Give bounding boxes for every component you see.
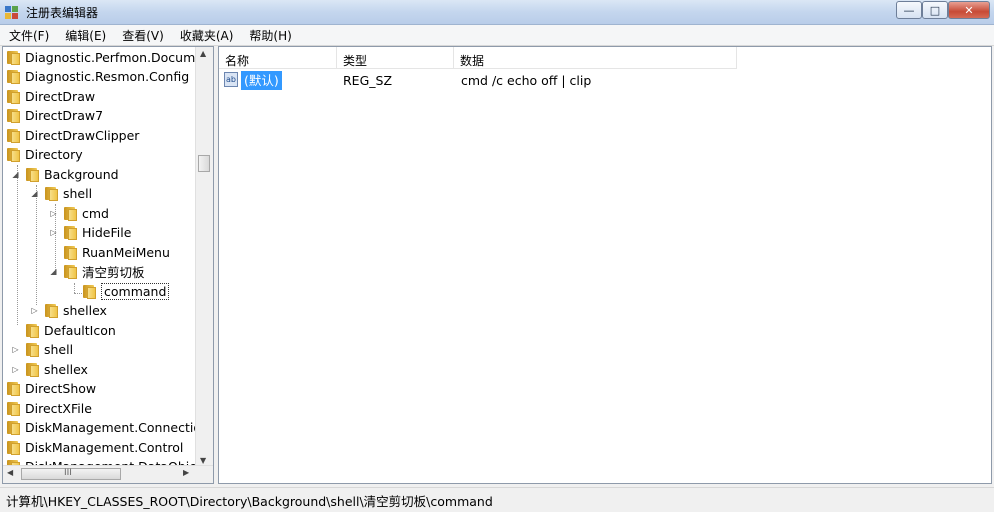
menu-edit[interactable]: 编辑(E) [56, 25, 113, 44]
collapse-arrow-icon[interactable]: ◢ [49, 267, 58, 276]
tree-vertical-scrollbar[interactable]: ▲ ▼ [195, 47, 213, 467]
tree-item[interactable]: Diagnostic.Resmon.Config [5, 67, 189, 86]
scroll-left-arrow-icon[interactable]: ◀ [7, 468, 13, 477]
folder-icon [62, 245, 78, 260]
folder-icon [5, 128, 21, 143]
column-header-type[interactable]: 类型 [337, 47, 454, 69]
tree-item[interactable]: DirectXFile [5, 399, 92, 418]
tree-item[interactable]: RuanMeiMenu [62, 243, 170, 262]
folder-icon [5, 381, 21, 396]
tree-item[interactable]: ▷ cmd [49, 204, 109, 223]
tree-item[interactable]: DirectShow [5, 379, 96, 398]
column-header-name[interactable]: 名称 [219, 47, 337, 69]
tree-item[interactable]: DirectDraw [5, 87, 95, 106]
string-value-icon: ab [224, 72, 238, 87]
tree-guide-line [36, 185, 37, 305]
folder-open-icon [24, 167, 40, 182]
scroll-thumb[interactable] [198, 155, 210, 172]
menu-help[interactable]: 帮助(H) [240, 25, 298, 44]
folder-icon [5, 440, 21, 455]
collapse-arrow-icon[interactable]: ◢ [11, 170, 20, 179]
folder-icon [5, 147, 21, 162]
menu-favorites[interactable]: 收藏夹(A) [171, 25, 241, 44]
scroll-down-arrow-icon[interactable]: ▼ [200, 456, 206, 465]
folder-icon [81, 284, 97, 299]
expand-arrow-icon[interactable]: ▷ [30, 306, 39, 315]
folder-icon [5, 69, 21, 84]
registry-path: 计算机\HKEY_CLASSES_ROOT\Directory\Backgrou… [6, 494, 493, 509]
value-data: cmd /c echo off | clip [461, 73, 592, 88]
scroll-thumb[interactable]: III [21, 468, 121, 480]
folder-icon [24, 342, 40, 357]
tree-item[interactable]: Directory [5, 145, 83, 164]
status-bar: 计算机\HKEY_CLASSES_ROOT\Directory\Backgrou… [0, 487, 994, 512]
value-row[interactable]: ab (默认) REG_SZ cmd /c echo off | clip [224, 71, 984, 90]
window-title: 注册表编辑器 [26, 6, 99, 20]
scroll-right-arrow-icon[interactable]: ▶ [183, 468, 189, 477]
tree-guide-line [74, 283, 75, 293]
tree-item[interactable]: DiskManagement.Connection [5, 418, 209, 437]
folder-icon [5, 108, 21, 123]
expand-arrow-icon[interactable]: ▷ [49, 209, 58, 218]
menu-bar: 文件(F) 编辑(E) 查看(V) 收藏夹(A) 帮助(H) [0, 25, 994, 46]
folder-open-icon [43, 186, 59, 201]
tree-item[interactable]: ▷ shell [11, 340, 73, 359]
folder-icon [5, 89, 21, 104]
folder-icon [24, 323, 40, 338]
folder-icon [24, 362, 40, 377]
folder-icon [43, 303, 59, 318]
collapse-arrow-icon[interactable]: ◢ [30, 189, 39, 198]
expand-arrow-icon[interactable]: ▷ [49, 228, 58, 237]
tree-item[interactable]: ◢ 清空剪切板 [49, 262, 145, 281]
expand-arrow-icon[interactable]: ▷ [11, 365, 20, 374]
tree-guide-line [17, 165, 18, 325]
folder-icon [62, 225, 78, 240]
scroll-grip: III [64, 468, 72, 478]
tree-item[interactable]: ◢ shell [30, 184, 92, 203]
scroll-up-arrow-icon[interactable]: ▲ [200, 49, 206, 58]
folder-icon [5, 50, 21, 65]
close-button[interactable]: ✕ [948, 1, 990, 19]
tree-item-selected[interactable]: command [81, 282, 170, 301]
tree-item[interactable]: ◢ Background [11, 165, 118, 184]
regedit-app-icon [5, 6, 18, 19]
value-name: (默认) [241, 71, 282, 90]
tree-item[interactable]: ▷ shellex [11, 360, 88, 379]
maximize-button[interactable]: □ [922, 1, 948, 19]
tree-item[interactable]: DiskManagement.Control [5, 438, 183, 457]
tree-item[interactable]: DirectDraw7 [5, 106, 103, 125]
tree-item[interactable]: DirectDrawClipper [5, 126, 139, 145]
window-controls: — □ ✕ [896, 1, 990, 19]
expand-arrow-icon[interactable]: ▷ [11, 345, 20, 354]
tree-item[interactable]: ▷ shellex [30, 301, 107, 320]
menu-view[interactable]: 查看(V) [113, 25, 171, 44]
tree-item[interactable]: DefaultIcon [24, 321, 116, 340]
values-list: 名称 类型 数据 ab (默认) REG_SZ cmd /c echo off … [218, 46, 992, 484]
tree-item[interactable]: ▷ HideFile [49, 223, 131, 242]
column-header-data[interactable]: 数据 [454, 47, 737, 69]
menu-file[interactable]: 文件(F) [0, 25, 56, 44]
title-bar: 注册表编辑器 — □ ✕ [0, 0, 994, 25]
value-type: REG_SZ [343, 73, 393, 88]
tree-item[interactable]: Diagnostic.Perfmon.Document [5, 48, 213, 67]
minimize-button[interactable]: — [896, 1, 922, 19]
folder-open-icon [62, 264, 78, 279]
registry-tree: Diagnostic.Perfmon.Document Diagnostic.R… [2, 46, 214, 484]
folder-icon [5, 401, 21, 416]
tree-horizontal-scrollbar[interactable]: ◀ III ▶ [3, 465, 213, 483]
folder-icon [5, 420, 21, 435]
folder-icon [62, 206, 78, 221]
